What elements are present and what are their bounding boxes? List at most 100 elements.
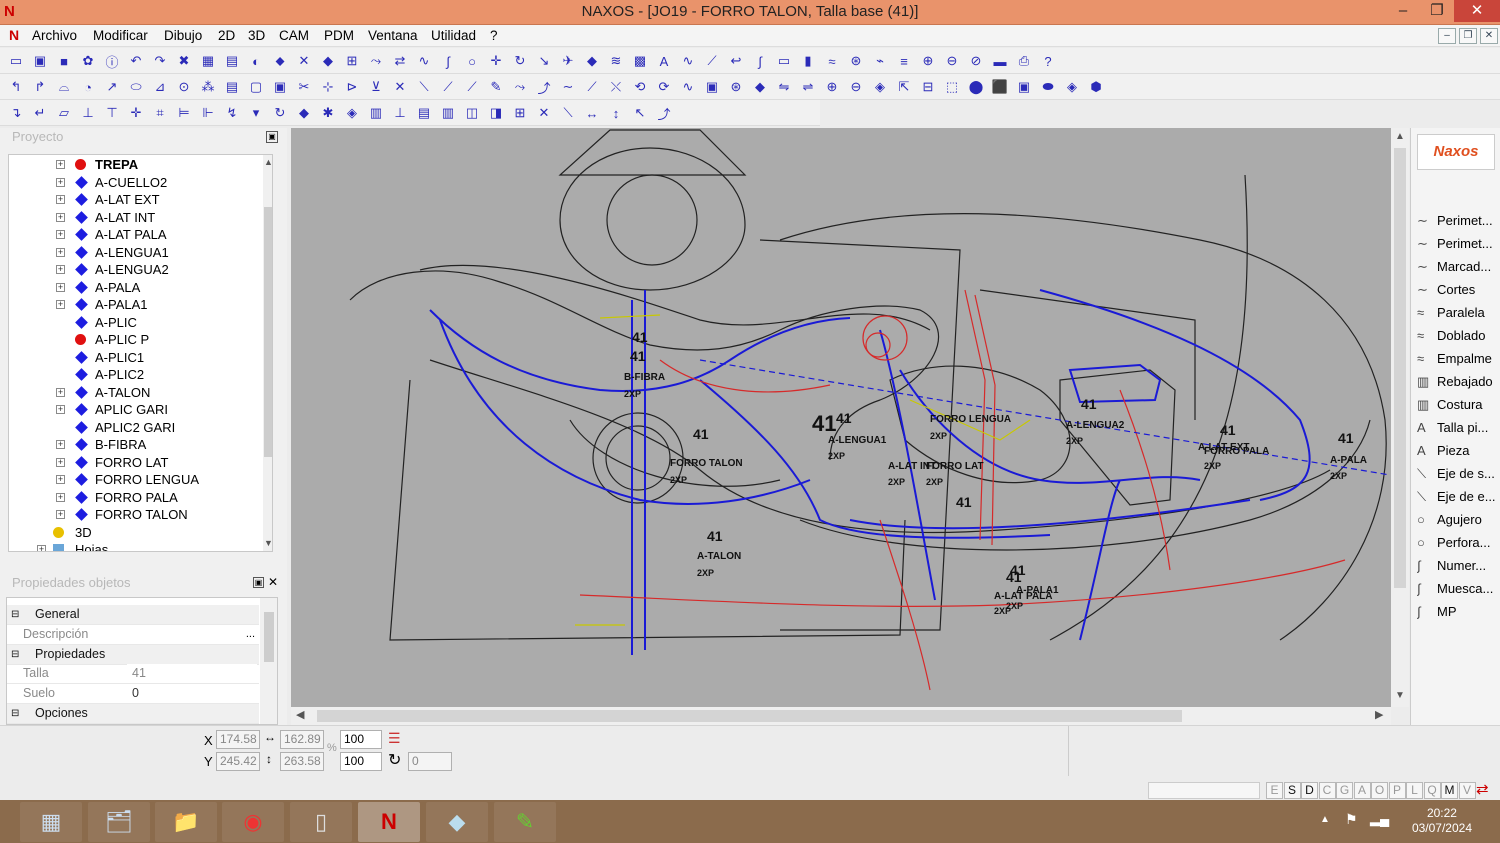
talla-field[interactable]: 41 [127, 664, 257, 683]
tb3-tool-icon[interactable]: ◆ [294, 103, 314, 123]
tree-item[interactable]: + APLIC GARI [9, 401, 254, 419]
tree-item[interactable]: + FORRO PALA [9, 489, 254, 507]
green-app-icon[interactable]: ✎ [494, 802, 556, 842]
tb2-tool-icon[interactable]: ⊻ [366, 77, 386, 97]
tb3-tool-icon[interactable]: ⊞ [510, 103, 530, 123]
tb2-tool-icon[interactable]: ⬢ [1086, 77, 1106, 97]
tb2-tool-icon[interactable]: ⟋ [438, 77, 458, 97]
tb1-tool-icon[interactable]: ∫ [438, 51, 458, 71]
tb3-tool-icon[interactable]: ↖ [630, 103, 650, 123]
folder-icon[interactable]: 📁 [155, 802, 217, 842]
tree-item[interactable]: + FORRO TALON [9, 506, 254, 524]
scroll-up-icon[interactable]: ▲ [264, 157, 272, 167]
tool-marcad[interactable]: ∼ Marcad... [1417, 256, 1499, 278]
expand-icon[interactable]: + [56, 405, 65, 414]
tb2-tool-icon[interactable]: ▣ [702, 77, 722, 97]
tb3-tool-icon[interactable]: ⊥ [390, 103, 410, 123]
collapse-icon[interactable]: ⊟ [11, 704, 19, 723]
installer-icon[interactable]: ▯ [290, 802, 352, 842]
tb3-tool-icon[interactable]: ↵ [30, 103, 50, 123]
canvas-vertical-scrollbar[interactable]: ▲ ▼ [1391, 128, 1409, 707]
tb2-tool-icon[interactable]: ∼ [558, 77, 578, 97]
tb1-tool-icon[interactable]: ⟋ [702, 51, 722, 71]
tree-item[interactable]: A-PLIC1 [9, 349, 254, 367]
tool-doblado[interactable]: ≈ Doblado [1417, 325, 1499, 347]
tb1-tool-icon[interactable]: ↻ [510, 51, 530, 71]
tool-rebajado[interactable]: ▥ Rebajado [1417, 371, 1499, 393]
menu-utilidad[interactable]: Utilidad [431, 28, 476, 43]
tree-item[interactable]: + FORRO LENGUA [9, 471, 254, 489]
prop-group-propiedades[interactable]: ⊟ Propiedades [7, 645, 259, 665]
tool-numer[interactable]: ∫ Numer... [1417, 555, 1499, 577]
tb1-tool-icon[interactable]: ✿ [78, 51, 98, 71]
tb2-tool-icon[interactable]: ⊹ [318, 77, 338, 97]
tree-item[interactable]: + A-LENGUA1 [9, 244, 254, 262]
tb1-tool-icon[interactable]: ∿ [414, 51, 434, 71]
tree-item[interactable]: + FORRO LAT [9, 454, 254, 472]
rotate-icon[interactable]: ↻ [388, 750, 401, 770]
tb3-tool-icon[interactable]: ✱ [318, 103, 338, 123]
tb1-tool-icon[interactable]: ⊖ [942, 51, 962, 71]
expand-icon[interactable]: + [56, 475, 65, 484]
tb2-tool-icon[interactable]: ◔ [78, 77, 98, 97]
expand-icon[interactable]: + [56, 457, 65, 467]
collapse-icon[interactable]: ⊟ [11, 605, 19, 624]
tree-item[interactable]: + A-PALA [9, 279, 254, 297]
status-flag-a[interactable]: A [1353, 782, 1371, 799]
tb3-tool-icon[interactable]: ✕ [534, 103, 554, 123]
tb1-tool-icon[interactable]: ≡ [894, 51, 914, 71]
tb1-tool-icon[interactable]: ⓘ [102, 51, 122, 71]
status-flag-s[interactable]: S [1283, 782, 1301, 799]
width-field[interactable]: 162.89 [280, 730, 324, 749]
tb1-tool-icon[interactable]: ▭ [6, 51, 26, 71]
expand-icon[interactable]: + [56, 282, 65, 292]
tree-item[interactable]: + A-LAT EXT [9, 191, 254, 209]
tb2-tool-icon[interactable]: ⇌ [798, 77, 818, 97]
tb3-tool-icon[interactable]: ↔ [582, 103, 602, 123]
canvas-vscroll-thumb[interactable] [1394, 148, 1406, 588]
tb2-tool-icon[interactable]: ⤴ [534, 77, 554, 97]
angle-field[interactable]: 0 [408, 752, 452, 771]
tree-item[interactable]: + A-LAT PALA [9, 226, 254, 244]
tb2-tool-icon[interactable]: ⤬ [606, 77, 626, 97]
tb3-tool-icon[interactable]: ▾ [246, 103, 266, 123]
tb2-tool-icon[interactable]: ⊙ [174, 77, 194, 97]
menu-dibujo[interactable]: Dibujo [164, 28, 202, 43]
document-icon[interactable]: N [9, 27, 19, 43]
tree-item[interactable]: A-PLIC [9, 314, 254, 332]
status-flag-l[interactable]: L [1406, 782, 1423, 799]
calculator-icon[interactable]: ▦ [20, 802, 82, 842]
tb2-tool-icon[interactable]: ✕ [390, 77, 410, 97]
status-flag-p[interactable]: P [1388, 782, 1406, 799]
tb3-tool-icon[interactable]: ⊨ [174, 103, 194, 123]
scale-y-field[interactable]: 100 [340, 752, 382, 771]
tool-ejedee[interactable]: ⟍ Eje de e... [1417, 486, 1499, 508]
naxos-task-icon[interactable]: N [358, 802, 420, 842]
canvas-hscroll-thumb[interactable] [317, 710, 1182, 722]
tb3-tool-icon[interactable]: ↕ [606, 103, 626, 123]
expand-icon[interactable]: + [56, 195, 65, 204]
tb2-tool-icon[interactable]: ⌓ [54, 77, 74, 97]
explorer-docs-icon[interactable]: 🗂 [88, 802, 150, 842]
menu-cam[interactable]: CAM [279, 28, 309, 43]
tb2-tool-icon[interactable]: ⊳ [342, 77, 362, 97]
tb2-tool-icon[interactable]: ⬤ [966, 77, 986, 97]
tool-ejedes[interactable]: ⟍ Eje de s... [1417, 463, 1499, 485]
maximize-button[interactable]: ❐ [1420, 0, 1454, 22]
tool-perimet[interactable]: ∼ Perimet... [1417, 210, 1499, 232]
tb1-tool-icon[interactable]: ↘ [534, 51, 554, 71]
expand-icon[interactable]: + [56, 177, 65, 187]
tb1-tool-icon[interactable]: ⊞ [342, 51, 362, 71]
tool-mp[interactable]: ∫ MP [1417, 601, 1499, 623]
scroll-down-icon[interactable]: ▼ [1395, 690, 1405, 701]
expand-icon[interactable]: + [56, 265, 65, 274]
tool-agujero[interactable]: ○ Agujero [1417, 509, 1499, 531]
descripcion-field[interactable] [127, 625, 257, 644]
status-flag-d[interactable]: D [1301, 782, 1318, 799]
tray-expand-icon[interactable]: ▲ [1320, 814, 1330, 825]
tb2-tool-icon[interactable]: ↱ [30, 77, 50, 97]
props-pin-icon[interactable]: ▣ [253, 577, 264, 588]
tree-item[interactable]: A-PLIC2 [9, 366, 254, 384]
tool-muesca[interactable]: ∫ Muesca... [1417, 578, 1499, 600]
expand-icon[interactable]: + [56, 300, 65, 309]
